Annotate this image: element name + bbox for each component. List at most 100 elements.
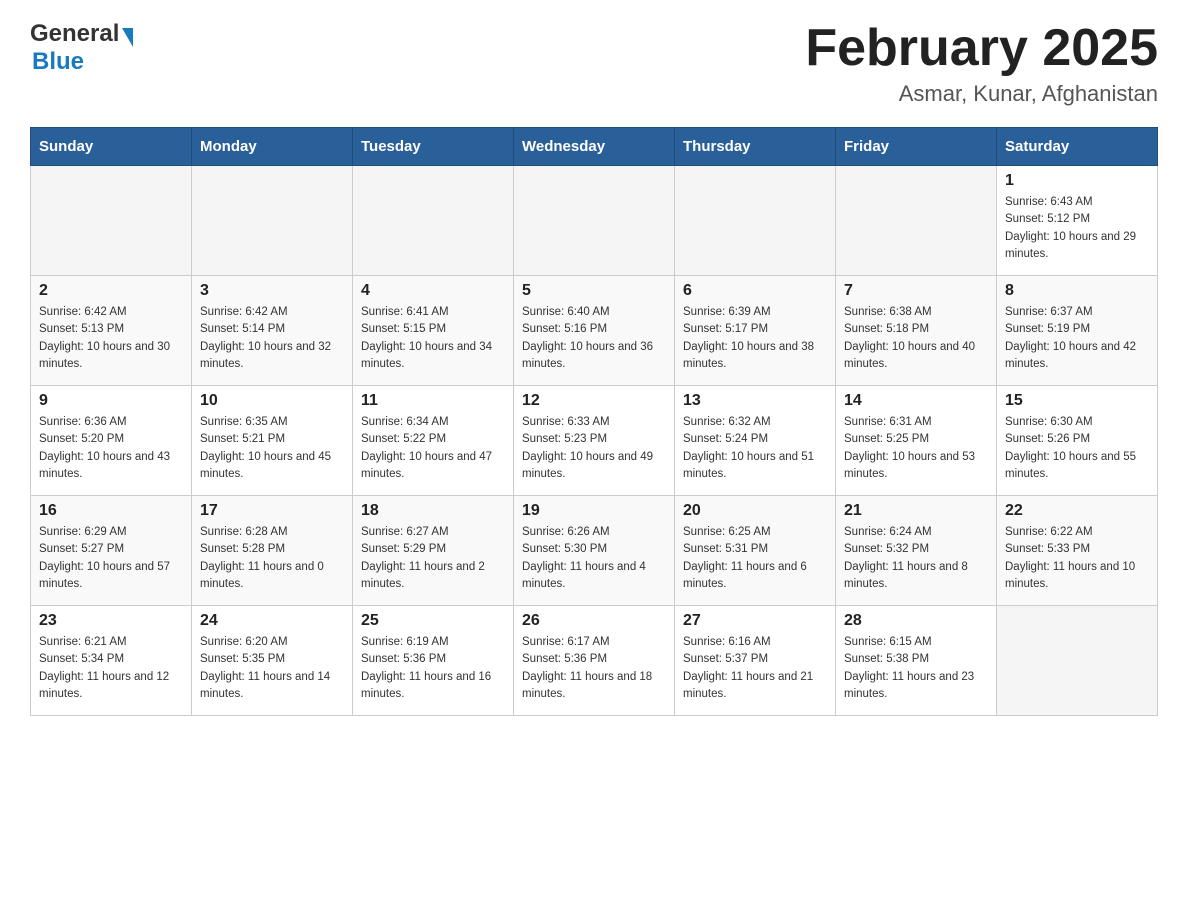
day-info: Sunrise: 6:42 AM Sunset: 5:14 PM Dayligh… [200,304,344,373]
day-cell: 6 Sunrise: 6:39 AM Sunset: 5:17 PM Daylig… [675,276,836,386]
day-info: Sunrise: 6:39 AM Sunset: 5:17 PM Dayligh… [683,304,827,373]
title-block: February 2025 Asmar, Kunar, Afghanistan [805,20,1158,107]
day-number: 8 [1005,282,1149,300]
day-number: 5 [522,282,666,300]
day-cell [31,166,192,276]
day-info: Sunrise: 6:27 AM Sunset: 5:29 PM Dayligh… [361,524,505,593]
day-cell: 22 Sunrise: 6:22 AM Sunset: 5:33 PM Dayli… [997,496,1158,606]
day-cell: 15Sunrise: 6:30 AM Sunset: 5:26 PM Dayli… [997,386,1158,496]
day-cell: 26 Sunrise: 6:17 AM Sunset: 5:36 PM Dayli… [514,606,675,716]
day-cell: 9Sunrise: 6:36 AM Sunset: 5:20 PM Daylig… [31,386,192,496]
week-row-2: 9Sunrise: 6:36 AM Sunset: 5:20 PM Daylig… [31,386,1158,496]
day-cell [353,166,514,276]
logo: General Blue [30,20,133,76]
day-cell [192,166,353,276]
logo-triangle-icon [122,28,133,47]
day-info: Sunrise: 6:31 AM Sunset: 5:25 PM Dayligh… [844,414,988,483]
day-info: Sunrise: 6:15 AM Sunset: 5:38 PM Dayligh… [844,634,988,703]
day-cell: 1Sunrise: 6:43 AM Sunset: 5:12 PM Daylig… [997,166,1158,276]
day-cell: 28 Sunrise: 6:15 AM Sunset: 5:38 PM Dayli… [836,606,997,716]
day-number: 23 [39,612,183,630]
day-number: 19 [522,502,666,520]
week-row-4: 23 Sunrise: 6:21 AM Sunset: 5:34 PM Dayli… [31,606,1158,716]
day-info: Sunrise: 6:26 AM Sunset: 5:30 PM Dayligh… [522,524,666,593]
day-number: 4 [361,282,505,300]
calendar-subtitle: Asmar, Kunar, Afghanistan [805,81,1158,107]
day-info: Sunrise: 6:29 AM Sunset: 5:27 PM Dayligh… [39,524,183,593]
day-cell: 25Sunrise: 6:19 AM Sunset: 5:36 PM Dayli… [353,606,514,716]
header-day-tuesday: Tuesday [353,128,514,166]
day-number: 28 [844,612,988,630]
day-info: Sunrise: 6:35 AM Sunset: 5:21 PM Dayligh… [200,414,344,483]
day-number: 25 [361,612,505,630]
header-day-saturday: Saturday [997,128,1158,166]
day-info: Sunrise: 6:42 AM Sunset: 5:13 PM Dayligh… [39,304,183,373]
day-info: Sunrise: 6:34 AM Sunset: 5:22 PM Dayligh… [361,414,505,483]
day-info: Sunrise: 6:40 AM Sunset: 5:16 PM Dayligh… [522,304,666,373]
day-info: Sunrise: 6:16 AM Sunset: 5:37 PM Dayligh… [683,634,827,703]
day-cell [836,166,997,276]
day-cell: 3 Sunrise: 6:42 AM Sunset: 5:14 PM Daylig… [192,276,353,386]
day-number: 26 [522,612,666,630]
day-cell: 14 Sunrise: 6:31 AM Sunset: 5:25 PM Dayli… [836,386,997,496]
day-info: Sunrise: 6:20 AM Sunset: 5:35 PM Dayligh… [200,634,344,703]
calendar-body: 1Sunrise: 6:43 AM Sunset: 5:12 PM Daylig… [31,166,1158,716]
day-cell: 20 Sunrise: 6:25 AM Sunset: 5:31 PM Dayli… [675,496,836,606]
day-cell: 4Sunrise: 6:41 AM Sunset: 5:15 PM Daylig… [353,276,514,386]
day-number: 13 [683,392,827,410]
day-cell [997,606,1158,716]
day-number: 1 [1005,172,1149,190]
day-info: Sunrise: 6:17 AM Sunset: 5:36 PM Dayligh… [522,634,666,703]
day-number: 11 [361,392,505,410]
week-row-0: 1Sunrise: 6:43 AM Sunset: 5:12 PM Daylig… [31,166,1158,276]
day-cell: 13 Sunrise: 6:32 AM Sunset: 5:24 PM Dayli… [675,386,836,496]
calendar-title: February 2025 [805,20,1158,77]
day-cell: 10Sunrise: 6:35 AM Sunset: 5:21 PM Dayli… [192,386,353,496]
day-cell: 2 Sunrise: 6:42 AM Sunset: 5:13 PM Daylig… [31,276,192,386]
day-cell: 7 Sunrise: 6:38 AM Sunset: 5:18 PM Daylig… [836,276,997,386]
day-info: Sunrise: 6:37 AM Sunset: 5:19 PM Dayligh… [1005,304,1149,373]
day-info: Sunrise: 6:25 AM Sunset: 5:31 PM Dayligh… [683,524,827,593]
day-cell: 8 Sunrise: 6:37 AM Sunset: 5:19 PM Daylig… [997,276,1158,386]
calendar-header: SundayMondayTuesdayWednesdayThursdayFrid… [31,128,1158,166]
day-number: 7 [844,282,988,300]
calendar-table: SundayMondayTuesdayWednesdayThursdayFrid… [30,127,1158,716]
day-number: 15 [1005,392,1149,410]
day-number: 20 [683,502,827,520]
day-number: 9 [39,392,183,410]
day-number: 6 [683,282,827,300]
day-cell: 18Sunrise: 6:27 AM Sunset: 5:29 PM Dayli… [353,496,514,606]
day-info: Sunrise: 6:38 AM Sunset: 5:18 PM Dayligh… [844,304,988,373]
day-cell: 23 Sunrise: 6:21 AM Sunset: 5:34 PM Dayli… [31,606,192,716]
header-day-wednesday: Wednesday [514,128,675,166]
day-info: Sunrise: 6:32 AM Sunset: 5:24 PM Dayligh… [683,414,827,483]
day-number: 22 [1005,502,1149,520]
day-cell: 24 Sunrise: 6:20 AM Sunset: 5:35 PM Dayli… [192,606,353,716]
day-info: Sunrise: 6:24 AM Sunset: 5:32 PM Dayligh… [844,524,988,593]
day-number: 12 [522,392,666,410]
day-cell: 11 Sunrise: 6:34 AM Sunset: 5:22 PM Dayli… [353,386,514,496]
week-row-3: 16Sunrise: 6:29 AM Sunset: 5:27 PM Dayli… [31,496,1158,606]
day-cell: 21Sunrise: 6:24 AM Sunset: 5:32 PM Dayli… [836,496,997,606]
day-number: 24 [200,612,344,630]
page-header: General Blue February 2025 Asmar, Kunar,… [30,20,1158,107]
logo-blue-text: Blue [32,48,84,75]
day-cell: 17 Sunrise: 6:28 AM Sunset: 5:28 PM Dayli… [192,496,353,606]
day-info: Sunrise: 6:22 AM Sunset: 5:33 PM Dayligh… [1005,524,1149,593]
day-cell: 19 Sunrise: 6:26 AM Sunset: 5:30 PM Dayli… [514,496,675,606]
day-info: Sunrise: 6:33 AM Sunset: 5:23 PM Dayligh… [522,414,666,483]
day-cell [514,166,675,276]
day-info: Sunrise: 6:21 AM Sunset: 5:34 PM Dayligh… [39,634,183,703]
logo-general-text: General [30,20,119,48]
day-number: 14 [844,392,988,410]
day-cell: 27 Sunrise: 6:16 AM Sunset: 5:37 PM Dayli… [675,606,836,716]
day-cell: 5 Sunrise: 6:40 AM Sunset: 5:16 PM Daylig… [514,276,675,386]
day-number: 17 [200,502,344,520]
day-cell: 12 Sunrise: 6:33 AM Sunset: 5:23 PM Dayli… [514,386,675,496]
header-day-monday: Monday [192,128,353,166]
header-row: SundayMondayTuesdayWednesdayThursdayFrid… [31,128,1158,166]
day-number: 27 [683,612,827,630]
day-info: Sunrise: 6:28 AM Sunset: 5:28 PM Dayligh… [200,524,344,593]
day-number: 2 [39,282,183,300]
day-number: 3 [200,282,344,300]
